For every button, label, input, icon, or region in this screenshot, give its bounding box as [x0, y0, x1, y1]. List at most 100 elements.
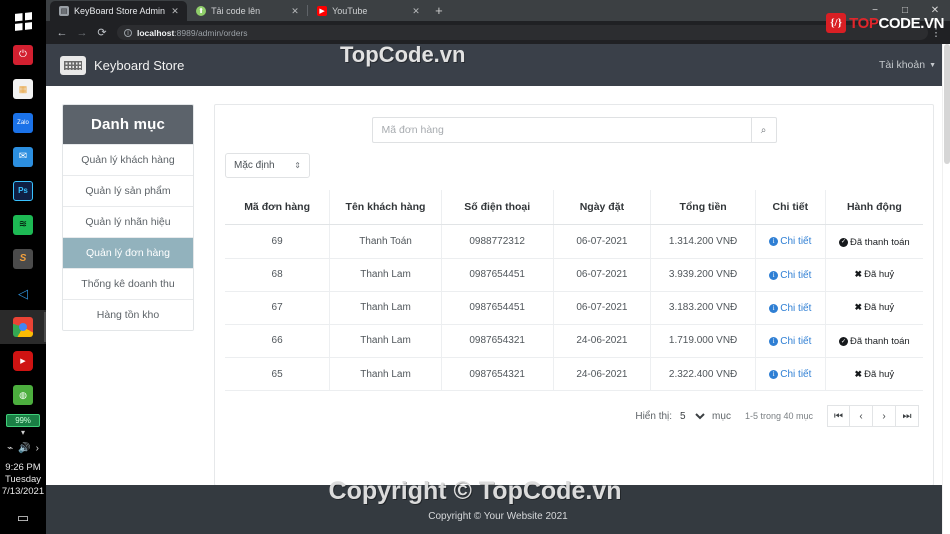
- youtube-icon[interactable]: ▶: [0, 344, 46, 378]
- detail-link[interactable]: i Chi tiết: [769, 369, 811, 380]
- forward-button[interactable]: →: [72, 27, 92, 39]
- action-center-icon[interactable]: ▭: [17, 510, 29, 526]
- cell-action: ✓ Đã thanh toán: [824, 224, 923, 259]
- topcode-logo-text: TOPCODE.VN: [849, 16, 944, 31]
- table-header-row: Mã đơn hàng Tên khách hàng Số điện thoại…: [225, 190, 923, 225]
- status-badge[interactable]: ✓ Đã thanh toán: [839, 237, 910, 248]
- sort-select[interactable]: Mặc định ⇕: [225, 153, 310, 178]
- spotify-icon[interactable]: ≋: [0, 208, 46, 242]
- sidebar-item-inventory[interactable]: Hàng tồn kho: [63, 299, 193, 330]
- sidebar-item-brands[interactable]: Quản lý nhãn hiệu: [63, 206, 193, 237]
- chevron-down-icon: ▼: [929, 61, 936, 69]
- reload-button[interactable]: ⟳: [92, 26, 112, 39]
- back-button[interactable]: ←: [52, 27, 72, 39]
- status-badge[interactable]: ✖ Đã huỷ: [855, 269, 895, 280]
- cell-customer: Thanh Lam: [329, 324, 442, 358]
- table-row[interactable]: 67 Thanh Lam 0987654451 06-07-2021 3.183…: [225, 291, 923, 325]
- status-label: Đã huỷ: [864, 269, 895, 280]
- table-row[interactable]: 68 Thanh Lam 0987654451 06-07-2021 3.939…: [225, 258, 923, 292]
- status-badge[interactable]: ✖ Đã huỷ: [855, 302, 895, 313]
- chrome-glyph: [13, 317, 33, 337]
- tab-close-icon[interactable]: ✕: [170, 6, 180, 17]
- tab-close-icon[interactable]: ✕: [411, 6, 421, 17]
- col-phone: Số điện thoại: [440, 190, 554, 225]
- cell-phone: 0987654321: [440, 324, 554, 358]
- cell-date: 24-06-2021: [552, 324, 651, 358]
- scrollbar-thumb[interactable]: [944, 44, 950, 164]
- close-icon: ✖: [854, 368, 863, 379]
- battery-indicator[interactable]: 99%: [6, 414, 40, 427]
- first-page-button[interactable]: ⏮: [827, 405, 850, 427]
- mail-icon[interactable]: ✉: [0, 140, 46, 174]
- detail-link[interactable]: i Chi tiết: [769, 236, 811, 247]
- youtube-icon: ▶: [317, 6, 328, 16]
- app-footer: Copyright © Your Website 2021: [46, 485, 950, 534]
- photoshop-icon[interactable]: Ps: [0, 174, 46, 208]
- browser-tab-1[interactable]: ⬆ Tải code lên ✕: [187, 1, 307, 21]
- browser-tab-2[interactable]: ▶ YouTube ✕: [308, 1, 428, 21]
- sublime-text-icon[interactable]: S: [0, 242, 46, 276]
- app-brand-name: Keyboard Store: [94, 57, 185, 73]
- detail-link[interactable]: i Chi tiết: [769, 336, 811, 347]
- wifi-icon[interactable]: ⌁: [7, 443, 13, 454]
- cell-total: 3.939.200 VNĐ: [650, 258, 756, 292]
- detail-link-label: Chi tiết: [780, 369, 812, 380]
- address-bar[interactable]: i localhost:8989/admin/orders: [117, 25, 928, 40]
- info-icon: i: [769, 303, 779, 313]
- page-scrollbar[interactable]: [942, 44, 950, 534]
- zalo-glyph: Zalo: [13, 113, 33, 133]
- sidebar-item-revenue[interactable]: Thống kê doanh thu: [63, 268, 193, 299]
- table-row[interactable]: 69 Thanh Toán 0988772312 06-07-2021 1.31…: [225, 224, 923, 259]
- cell-total: 3.183.200 VNĐ: [650, 291, 756, 325]
- account-menu[interactable]: Tài khoản ▼: [879, 59, 936, 71]
- search-input[interactable]: [371, 117, 751, 143]
- site-info-icon[interactable]: i: [124, 28, 132, 37]
- detail-link-label: Chi tiết: [780, 236, 812, 248]
- app-green-icon[interactable]: ◍: [0, 378, 46, 412]
- browser-window: ▤ KeyBoard Store Admin ✕ ⬆ Tải code lên …: [46, 0, 950, 534]
- search-icon[interactable]: ⌕: [750, 117, 777, 143]
- microsoft-store-icon[interactable]: ▦: [0, 72, 46, 106]
- system-tray[interactable]: ⌁ 🔊 ›: [7, 443, 39, 454]
- zalo-icon[interactable]: Zalo: [0, 106, 46, 140]
- vscode-glyph: ◁: [18, 285, 28, 301]
- tray-chevron-icon[interactable]: ›: [36, 443, 39, 454]
- close-icon: ✖: [854, 302, 863, 312]
- detail-link[interactable]: i Chi tiết: [769, 270, 811, 281]
- next-page-button[interactable]: ›: [873, 405, 896, 427]
- status-label: Đã huỷ: [864, 368, 895, 380]
- tab-close-icon[interactable]: ✕: [290, 6, 300, 17]
- google-chrome-icon[interactable]: [0, 310, 46, 344]
- sidebar-item-products[interactable]: Quản lý sản phẩm: [63, 175, 193, 206]
- updown-icon: ⇕: [294, 160, 301, 170]
- page-size-select[interactable]: 5 10 25 50: [676, 409, 709, 423]
- new-tab-button[interactable]: +: [428, 3, 450, 19]
- app-body: Danh mục Quản lý khách hàng Quản lý sản …: [46, 86, 950, 486]
- taskbar-clock[interactable]: 9:26 PM Tuesday 7/13/2021: [2, 462, 44, 498]
- status-badge[interactable]: ✓ Đã thanh toán: [839, 336, 910, 347]
- pagination-buttons: ⏮ ‹ › ⏭: [827, 405, 919, 427]
- col-detail: Chi tiết: [754, 190, 826, 225]
- detail-link-label: Chi tiết: [780, 269, 812, 281]
- table-row[interactable]: 66 Thanh Lam 0987654321 24-06-2021 1.719…: [225, 324, 923, 358]
- table-row[interactable]: 65 Thanh Lam 0987654321 24-06-2021 2.322…: [225, 357, 923, 391]
- power-icon[interactable]: ⏻: [0, 38, 46, 72]
- vscode-icon[interactable]: ◁: [0, 276, 46, 310]
- detail-link[interactable]: i Chi tiết: [769, 303, 811, 314]
- prev-page-button[interactable]: ‹: [850, 405, 873, 427]
- app-header: Keyboard Store Tài khoản ▼: [46, 44, 950, 86]
- sidebar-item-orders[interactable]: Quản lý đơn hàng: [63, 237, 193, 268]
- browser-tab-0[interactable]: ▤ KeyBoard Store Admin ✕: [50, 1, 188, 21]
- sidebar-item-customers[interactable]: Quản lý khách hàng: [63, 144, 193, 175]
- windows-start-icon[interactable]: [0, 4, 46, 38]
- app-brand[interactable]: Keyboard Store: [60, 55, 185, 75]
- volume-icon[interactable]: 🔊: [18, 443, 30, 454]
- status-badge[interactable]: ✖ Đã huỷ: [855, 369, 895, 380]
- cell-total: 1.719.000 VNĐ: [650, 324, 756, 358]
- check-circle-icon: ✓: [839, 337, 849, 346]
- cell-detail: i Chi tiết: [754, 324, 826, 358]
- last-page-button[interactable]: ⏭: [896, 405, 919, 427]
- check-circle-icon: ✓: [839, 237, 849, 247]
- cell-order-id: 65: [225, 357, 330, 391]
- cell-action: ✓ Đã thanh toán: [824, 324, 923, 358]
